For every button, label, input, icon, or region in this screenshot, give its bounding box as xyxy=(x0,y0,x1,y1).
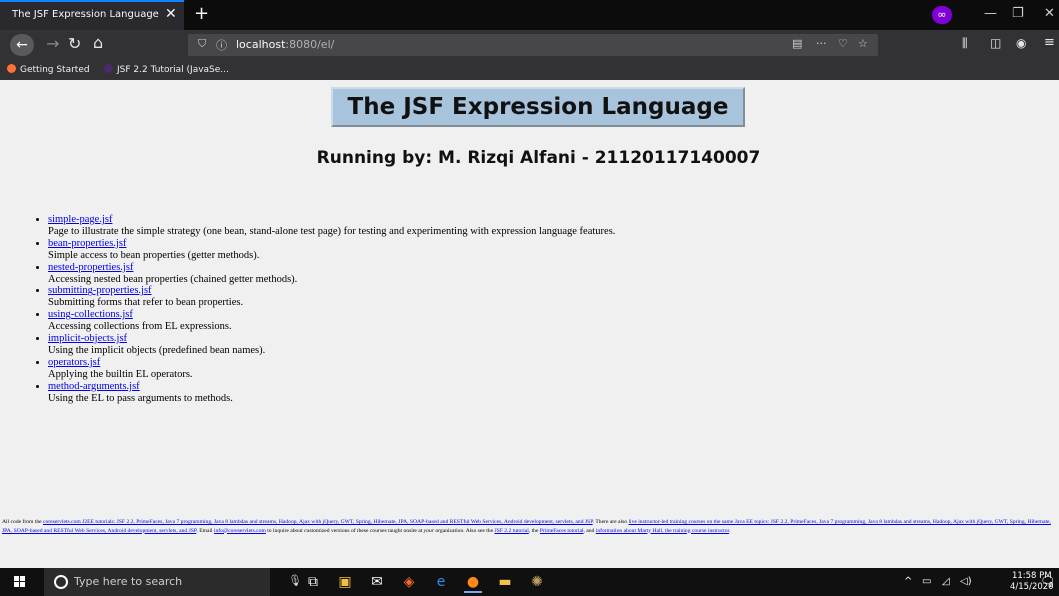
browser-tab-active[interactable]: The JSF Expression Language ✕ xyxy=(0,0,184,30)
footer-text: All code from the coreservlets.com J2EE … xyxy=(2,518,1056,535)
new-tab-button[interactable]: + xyxy=(194,3,209,24)
taskbar: Type here to search 🎙 ⧉ ▣ ✉ ◈ e ● ▬ ✺ ^ … xyxy=(0,568,1059,596)
home-icon[interactable]: ⌂ xyxy=(93,33,103,52)
search-placeholder: Type here to search xyxy=(74,575,183,588)
list-item: using-collections.jsfAccessing collectio… xyxy=(48,309,615,333)
page-icon xyxy=(104,64,113,73)
link-nested-properties[interactable]: nested-properties.jsf xyxy=(48,262,133,273)
footer-link-primefaces-tutorial[interactable]: PrimeFaces tutorial xyxy=(540,528,584,534)
page-actions-icon[interactable]: ··· xyxy=(816,37,827,50)
list-item: nested-properties.jsfAccessing nested be… xyxy=(48,262,615,286)
item-description: Accessing collections from EL expression… xyxy=(48,321,232,333)
footer-segment: , and xyxy=(583,527,596,534)
url-host: localhost xyxy=(236,38,286,51)
link-operators[interactable]: operators.jsf xyxy=(48,357,100,368)
list-item: bean-properties.jsfSimple access to bean… xyxy=(48,238,615,262)
link-submitting-properties[interactable]: submitting-properties.jsf xyxy=(48,285,152,296)
item-description: Using the EL to pass arguments to method… xyxy=(48,392,233,404)
task-view-icon[interactable]: ⧉ xyxy=(304,573,322,591)
footer-link-marty-hall[interactable]: information about Marty Hall, the traini… xyxy=(596,528,729,534)
list-item: submitting-properties.jsfSubmitting form… xyxy=(48,285,615,309)
footer-segment: organization. Also see the xyxy=(433,527,495,534)
tab-title: The JSF Expression Language xyxy=(12,9,159,20)
window-close-icon[interactable]: ✕ xyxy=(1044,6,1055,21)
page-content: The JSF Expression Language Running by: … xyxy=(0,80,1059,568)
bookmarks-toolbar: Getting Started JSF 2.2 Tutorial (JavaSe… xyxy=(0,60,1059,80)
link-simple-page[interactable]: simple-page.jsf xyxy=(48,214,112,225)
footer-segment: . Email xyxy=(196,527,214,534)
footer-emphasis: your xyxy=(423,527,434,534)
shield-icon[interactable]: ⛉ xyxy=(198,37,206,51)
footer-segment: All code from the xyxy=(2,519,44,525)
reload-icon[interactable]: ↻ xyxy=(68,34,81,53)
url-text[interactable]: localhost:8080/el/ xyxy=(236,38,334,51)
private-browsing-icon: ∞ xyxy=(932,6,952,24)
office-icon[interactable]: ◈ xyxy=(400,573,418,591)
item-description: Using the implicit objects (predefined b… xyxy=(48,344,266,356)
restore-icon[interactable]: ❐ xyxy=(1012,6,1024,21)
footer-segment: . xyxy=(729,527,731,534)
menu-icon[interactable]: ≡ xyxy=(1044,35,1055,50)
battery-icon[interactable]: ▭ xyxy=(922,576,931,587)
list-item: implicit-objects.jsfUsing the implicit o… xyxy=(48,333,615,357)
windows-start-icon[interactable] xyxy=(14,576,26,588)
list-item: method-arguments.jsfUsing the EL to pass… xyxy=(48,381,615,405)
tab-close-icon[interactable]: ✕ xyxy=(165,6,177,22)
link-method-arguments[interactable]: method-arguments.jsf xyxy=(48,381,140,392)
footer-link-email[interactable]: info@coreservlets.com xyxy=(214,528,266,534)
item-description: Simple access to bean properties (getter… xyxy=(48,249,260,261)
tab-strip: The JSF Expression Language ✕ + ∞ — ❐ ✕ xyxy=(0,0,1059,30)
item-description: Submitting forms that refer to bean prop… xyxy=(48,297,244,309)
taskbar-search-box[interactable]: Type here to search 🎙 xyxy=(44,568,302,596)
bookmark-star-icon[interactable]: ☆ xyxy=(858,37,868,50)
account-icon[interactable]: ◉ xyxy=(1016,36,1026,50)
info-icon[interactable]: ⓘ xyxy=(216,37,227,53)
library-icon[interactable]: ⫼ xyxy=(962,36,968,51)
item-description: Accessing nested bean properties (chaine… xyxy=(48,273,298,285)
bookmark-label: Getting Started xyxy=(20,65,90,75)
link-using-collections[interactable]: using-collections.jsf xyxy=(48,309,133,320)
minimize-icon[interactable]: — xyxy=(984,6,997,21)
store-icon[interactable]: ▣ xyxy=(336,573,354,591)
item-description: Page to illustrate the simple strategy (… xyxy=(48,225,616,237)
example-list: simple-page.jsfPage to illustrate the si… xyxy=(17,214,615,405)
address-bar[interactable]: ⛉ ⓘ localhost:8080/el/ ▤ ··· ♡ ☆ xyxy=(188,34,878,56)
link-implicit-objects[interactable]: implicit-objects.jsf xyxy=(48,333,127,344)
forward-icon[interactable]: → xyxy=(46,34,59,53)
footer-segment: . There are also xyxy=(592,519,629,525)
mail-icon[interactable]: ✉ xyxy=(368,573,386,591)
notification-count: 2 xyxy=(1049,581,1054,589)
footer-segment: to inquire about customized versions of … xyxy=(265,527,424,534)
back-button[interactable]: ← xyxy=(10,34,34,56)
bookmark-jsf-tutorial[interactable]: JSF 2.2 Tutorial (JavaSe... xyxy=(104,64,229,75)
edge-icon[interactable]: e xyxy=(432,573,450,591)
footer-link-tutorials[interactable]: coreservlets.com J2EE tutorials: JSF 2.2… xyxy=(43,519,593,525)
sidebar-icon[interactable]: ◫ xyxy=(990,36,1001,50)
tray-chevron-icon[interactable]: ^ xyxy=(904,576,912,587)
page-subtitle: Running by: M. Rizqi Alfani - 2112011714… xyxy=(316,148,761,168)
reader-view-icon[interactable]: ▤ xyxy=(792,37,802,50)
list-item: operators.jsfApplying the builtin EL ope… xyxy=(48,357,615,381)
item-description: Applying the builtin EL operators. xyxy=(48,368,193,380)
cortana-icon xyxy=(54,575,68,589)
file-explorer-icon[interactable]: ▬ xyxy=(496,573,514,591)
pocket-icon[interactable]: ♡ xyxy=(838,37,848,50)
footer-link-jsf-tutorial[interactable]: JSF 2.2 tutorial xyxy=(494,528,528,534)
list-item: simple-page.jsfPage to illustrate the si… xyxy=(48,214,615,238)
link-bean-properties[interactable]: bean-properties.jsf xyxy=(48,238,126,249)
app-icon[interactable]: ✺ xyxy=(528,573,546,591)
bookmark-getting-started[interactable]: Getting Started xyxy=(7,64,90,75)
page-title: The JSF Expression Language xyxy=(331,87,745,127)
volume-icon[interactable]: ◁) xyxy=(960,576,972,587)
url-path: :8080/el/ xyxy=(285,38,335,51)
network-icon[interactable]: ◿ xyxy=(942,576,950,587)
firefox-icon[interactable]: ● xyxy=(464,573,482,593)
microphone-icon[interactable]: 🎙 xyxy=(288,574,302,587)
firefox-icon xyxy=(7,64,16,73)
bookmark-label: JSF 2.2 Tutorial (JavaSe... xyxy=(117,65,229,75)
footer-segment: , the xyxy=(528,527,540,534)
